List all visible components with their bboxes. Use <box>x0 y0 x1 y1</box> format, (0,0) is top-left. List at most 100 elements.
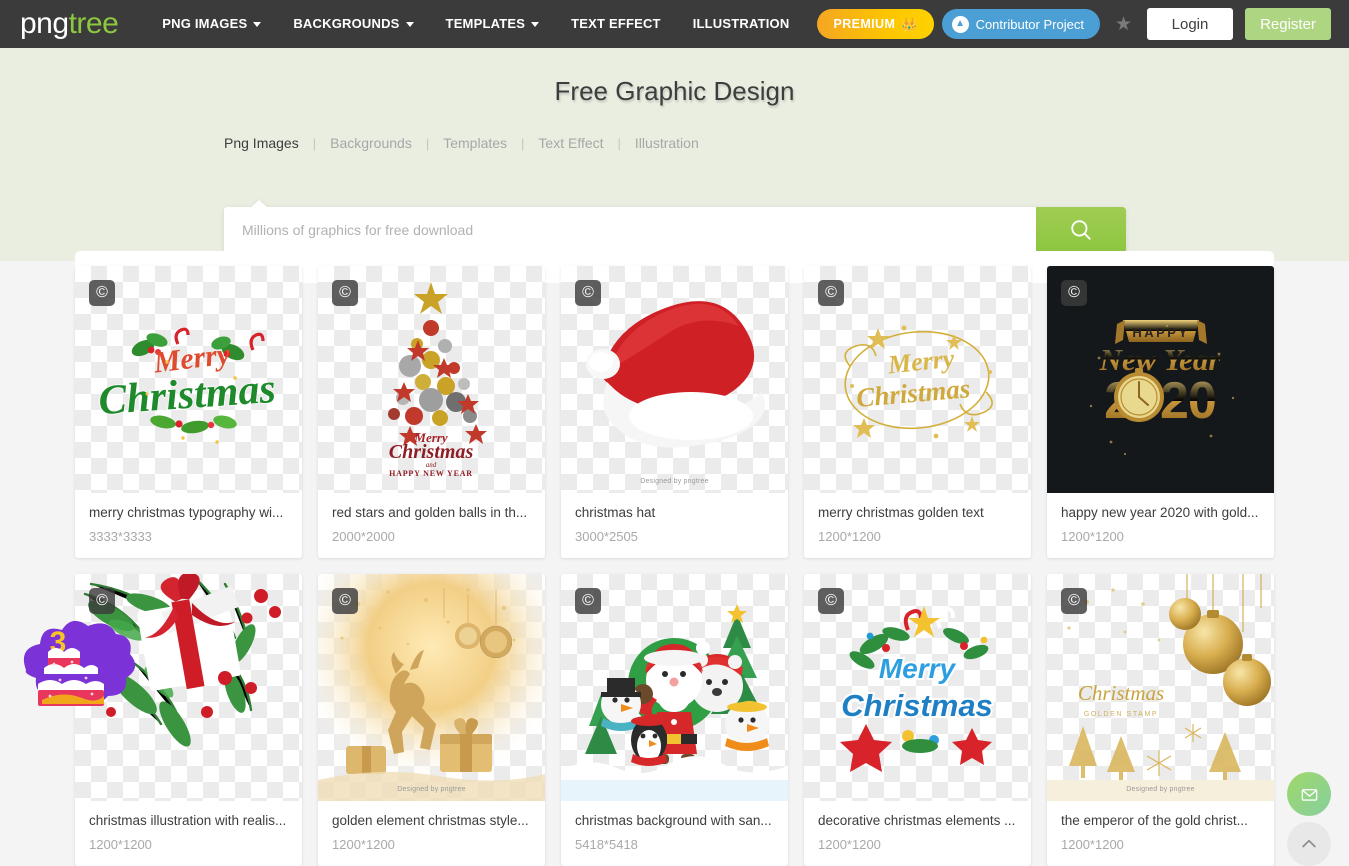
chevron-down-icon <box>531 22 539 27</box>
result-card[interactable]: © <box>318 266 545 558</box>
svg-text:HAPPY: HAPPY <box>1132 325 1189 340</box>
card-dimensions: 1200*1200 <box>818 837 1017 852</box>
copyright-badge: © <box>332 280 358 306</box>
card-dimensions: 3000*2505 <box>575 529 774 544</box>
search-pointer-arrow <box>250 200 268 208</box>
nav-item-backgrounds[interactable]: BACKGROUNDS <box>277 0 429 48</box>
copyright-badge: © <box>575 280 601 306</box>
nav-label: TEXT EFFECT <box>571 0 661 48</box>
card-meta: christmas hat 3000*2505 <box>561 493 788 558</box>
birthday-cake-sticker[interactable]: 3 <box>20 616 144 714</box>
tab-illustration[interactable]: Illustration <box>621 135 713 151</box>
results-grid: © Merry Christmas <box>75 266 1274 866</box>
nav-item-png-images[interactable]: PNG IMAGES <box>146 0 277 48</box>
category-tabs: Png Images | Backgrounds | Templates | T… <box>224 135 1349 151</box>
login-button[interactable]: Login <box>1147 8 1233 40</box>
card-title: golden element christmas style... <box>332 813 531 828</box>
cloud-upload-icon: ▲ <box>952 16 969 33</box>
card-title: christmas illustration with realis... <box>89 813 288 828</box>
chevron-down-icon <box>253 22 261 27</box>
svg-text:Christmas: Christmas <box>855 373 971 413</box>
card-thumbnail[interactable]: © HAPPY New Year <box>1047 266 1274 493</box>
card-title: the emperor of the gold christ... <box>1061 813 1260 828</box>
crown-icon: 👑 <box>901 18 918 31</box>
result-card[interactable]: © <box>318 574 545 866</box>
result-card[interactable]: © <box>804 574 1031 866</box>
nav-item-illustration[interactable]: ILLUSTRATION <box>677 0 806 48</box>
nav-label: PNG IMAGES <box>162 0 247 48</box>
copyright-badge: © <box>89 588 115 614</box>
card-title: merry christmas typography wi... <box>89 505 288 520</box>
envelope-icon <box>1300 785 1319 804</box>
card-thumbnail[interactable]: © Merry Christmas <box>804 266 1031 493</box>
card-thumbnail[interactable]: © <box>318 574 545 801</box>
card-meta: decorative christmas elements ... 1200*1… <box>804 801 1031 866</box>
star-icon[interactable]: ★ <box>1112 15 1135 34</box>
card-thumbnail[interactable]: © Merry Christmas <box>75 266 302 493</box>
nav-label: ILLUSTRATION <box>693 0 790 48</box>
nav-item-templates[interactable]: TEMPLATES <box>430 0 556 48</box>
svg-text:and: and <box>426 461 437 469</box>
result-card[interactable]: © <box>1047 574 1274 866</box>
result-card[interactable]: © Merry Christmas <box>804 266 1031 558</box>
nav-item-text-effect[interactable]: TEXT EFFECT <box>555 0 677 48</box>
card-dimensions: 1200*1200 <box>89 837 288 852</box>
svg-text:HAPPY NEW YEAR: HAPPY NEW YEAR <box>389 469 473 478</box>
tab-templates[interactable]: Templates <box>429 135 521 151</box>
result-card[interactable]: © <box>561 574 788 866</box>
svg-text:GOLDEN STAMP: GOLDEN STAMP <box>1084 711 1158 718</box>
premium-button[interactable]: PREMIUM 👑 <box>817 9 933 39</box>
card-meta: the emperor of the gold christ... 1200*1… <box>1047 801 1274 866</box>
card-title: red stars and golden balls in th... <box>332 505 531 520</box>
card-thumbnail[interactable]: © <box>561 574 788 801</box>
nav-label: TEMPLATES <box>446 0 526 48</box>
card-meta: happy new year 2020 with gold... 1200*12… <box>1047 493 1274 558</box>
svg-text:Christmas: Christmas <box>1078 681 1164 705</box>
scroll-to-top-button[interactable] <box>1287 822 1331 866</box>
tab-png-images[interactable]: Png Images <box>224 135 313 151</box>
svg-text:Christmas: Christmas <box>97 366 277 424</box>
result-card[interactable]: © Designed by pngtree christmas hat 3000… <box>561 266 788 558</box>
search-bar <box>224 207 1126 253</box>
copyright-badge: © <box>89 280 115 306</box>
svg-text:Merry: Merry <box>879 653 957 684</box>
copyright-badge: © <box>1061 280 1087 306</box>
nav-links: PNG IMAGES BACKGROUNDS TEMPLATES TEXT EF… <box>146 0 934 48</box>
result-card[interactable]: © HAPPY New Year <box>1047 266 1274 558</box>
card-meta: merry christmas typography wi... 3333*33… <box>75 493 302 558</box>
card-thumbnail[interactable]: © <box>318 266 545 493</box>
card-watermark: Designed by pngtree <box>318 786 545 793</box>
tab-text-effect[interactable]: Text Effect <box>524 135 617 151</box>
contact-mail-button[interactable] <box>1287 772 1331 816</box>
card-meta: christmas illustration with realis... 12… <box>75 801 302 866</box>
card-meta: merry christmas golden text 1200*1200 <box>804 493 1031 558</box>
card-thumbnail[interactable]: © Designed by pngtree <box>561 266 788 493</box>
card-watermark: Designed by pngtree <box>1047 786 1274 793</box>
card-dimensions: 3333*3333 <box>89 529 288 544</box>
card-dimensions: 1200*1200 <box>1061 837 1260 852</box>
card-watermark: Designed by pngtree <box>561 478 788 485</box>
card-thumbnail[interactable]: © <box>1047 574 1274 801</box>
search-input[interactable] <box>224 207 1036 253</box>
register-button[interactable]: Register <box>1245 8 1331 40</box>
card-thumbnail[interactable]: © <box>804 574 1031 801</box>
svg-text:Merry: Merry <box>886 344 957 380</box>
result-card[interactable]: © Merry Christmas <box>75 266 302 558</box>
tab-backgrounds[interactable]: Backgrounds <box>316 135 426 151</box>
premium-label: PREMIUM <box>833 17 895 31</box>
search-button[interactable] <box>1036 207 1126 253</box>
card-meta: golden element christmas style... 1200*1… <box>318 801 545 866</box>
copyright-badge: © <box>332 588 358 614</box>
contributor-label: Contributor Project <box>976 17 1084 32</box>
copyright-badge: © <box>1061 588 1087 614</box>
pngtree-logo[interactable]: pngtree <box>20 0 118 48</box>
card-title: decorative christmas elements ... <box>818 813 1017 828</box>
svg-text:Christmas: Christmas <box>389 441 474 463</box>
card-dimensions: 1200*1200 <box>332 837 531 852</box>
contributor-project-button[interactable]: ▲ Contributor Project <box>942 9 1100 39</box>
card-title: christmas background with san... <box>575 813 774 828</box>
card-dimensions: 5418*5418 <box>575 837 774 852</box>
card-dimensions: 2000*2000 <box>332 529 531 544</box>
copyright-badge: © <box>818 280 844 306</box>
hero-section: Free Graphic Design Png Images | Backgro… <box>0 48 1349 261</box>
